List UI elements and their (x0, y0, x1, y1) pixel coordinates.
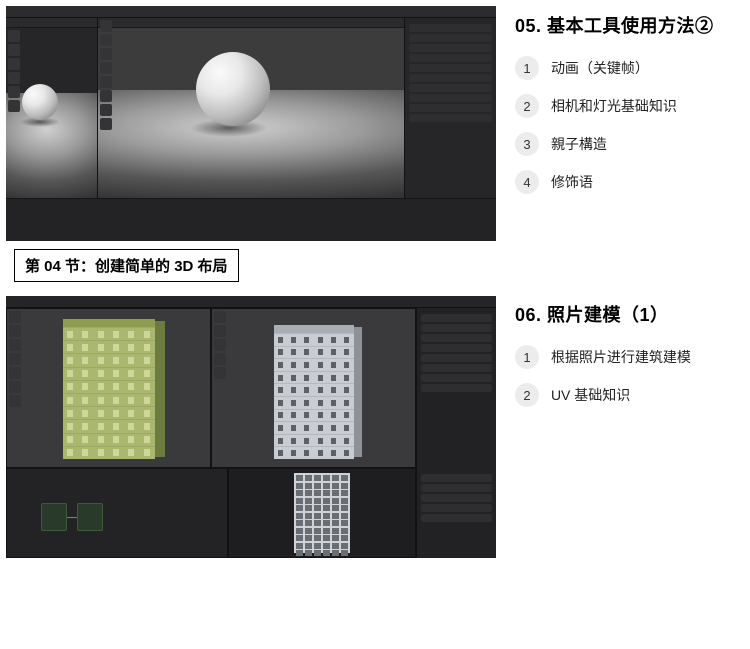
shader-node-icon (41, 503, 67, 531)
section-05-item-3[interactable]: 3 親子構造 (515, 132, 750, 156)
section-05-item-4[interactable]: 4 修饰语 (515, 170, 750, 194)
item-number-badge: 1 (515, 345, 539, 369)
building-icon (63, 319, 155, 459)
blender-timeline (6, 198, 496, 241)
section-06-title: 06. 照片建模（1） (515, 301, 750, 327)
item-number-badge: 4 (515, 170, 539, 194)
toolbar-main (100, 20, 112, 196)
blender-properties-panel (404, 18, 496, 198)
section-06-item-1[interactable]: 1 根据照片进行建筑建模 (515, 345, 750, 369)
row-section-05: 05. 基本工具使用方法② 1 动画（关键帧） 2 相机和灯光基础知识 3 親子… (0, 0, 750, 241)
toolbar-left (8, 30, 20, 196)
section-05-sidebar: 05. 基本工具使用方法② 1 动画（关键帧） 2 相机和灯光基础知识 3 親子… (497, 6, 750, 194)
item-number-badge: 3 (515, 132, 539, 156)
section-06-sidebar: 06. 照片建模（1） 1 根据照片进行建筑建模 2 UV 基础知识 (497, 241, 750, 407)
item-label: 親子構造 (551, 134, 607, 154)
blender-menubar (6, 296, 496, 308)
item-label: 根据照片进行建筑建模 (551, 347, 691, 367)
toolbar-right (214, 311, 226, 465)
toolbar-left (9, 311, 21, 465)
facade-texture-icon (294, 473, 350, 553)
viewport-model (6, 308, 211, 468)
item-number-badge: 2 (515, 383, 539, 407)
section-06-item-2[interactable]: 2 UV 基础知识 (515, 383, 750, 407)
section-05-title: 05. 基本工具使用方法② (515, 12, 750, 38)
item-label: 相机和灯光基础知识 (551, 96, 677, 116)
item-number-badge: 2 (515, 94, 539, 118)
item-number-badge: 1 (515, 56, 539, 80)
row-section-06: 第 04 节：创建简单的 3D 布局 (0, 241, 750, 558)
blender-properties-panel (416, 308, 496, 468)
blender-menubar (6, 6, 496, 18)
texture-preview (228, 468, 416, 558)
blender-building-screenshot (6, 296, 496, 558)
blender-properties-panel (416, 468, 496, 558)
item-label: 动画（关键帧） (551, 58, 649, 78)
figure-05 (6, 6, 497, 241)
viewport-textured (211, 308, 416, 468)
building-icon (274, 325, 354, 459)
figure-06: 第 04 节：创建简单的 3D 布局 (6, 241, 497, 558)
blender-main-viewport (98, 18, 404, 198)
shader-node-editor (6, 468, 228, 558)
sphere-icon (196, 52, 270, 126)
item-label: UV 基础知识 (551, 385, 630, 405)
section-05-item-2[interactable]: 2 相机和灯光基础知识 (515, 94, 750, 118)
sphere-icon (22, 84, 58, 120)
blender-sphere-screenshot (6, 6, 496, 241)
section-05-item-1[interactable]: 1 动画（关键帧） (515, 56, 750, 80)
blender-left-viewport (6, 18, 98, 198)
item-label: 修饰语 (551, 172, 593, 192)
shader-node-icon (77, 503, 103, 531)
section-04-card: 第 04 节：创建简单的 3D 布局 (14, 249, 239, 282)
